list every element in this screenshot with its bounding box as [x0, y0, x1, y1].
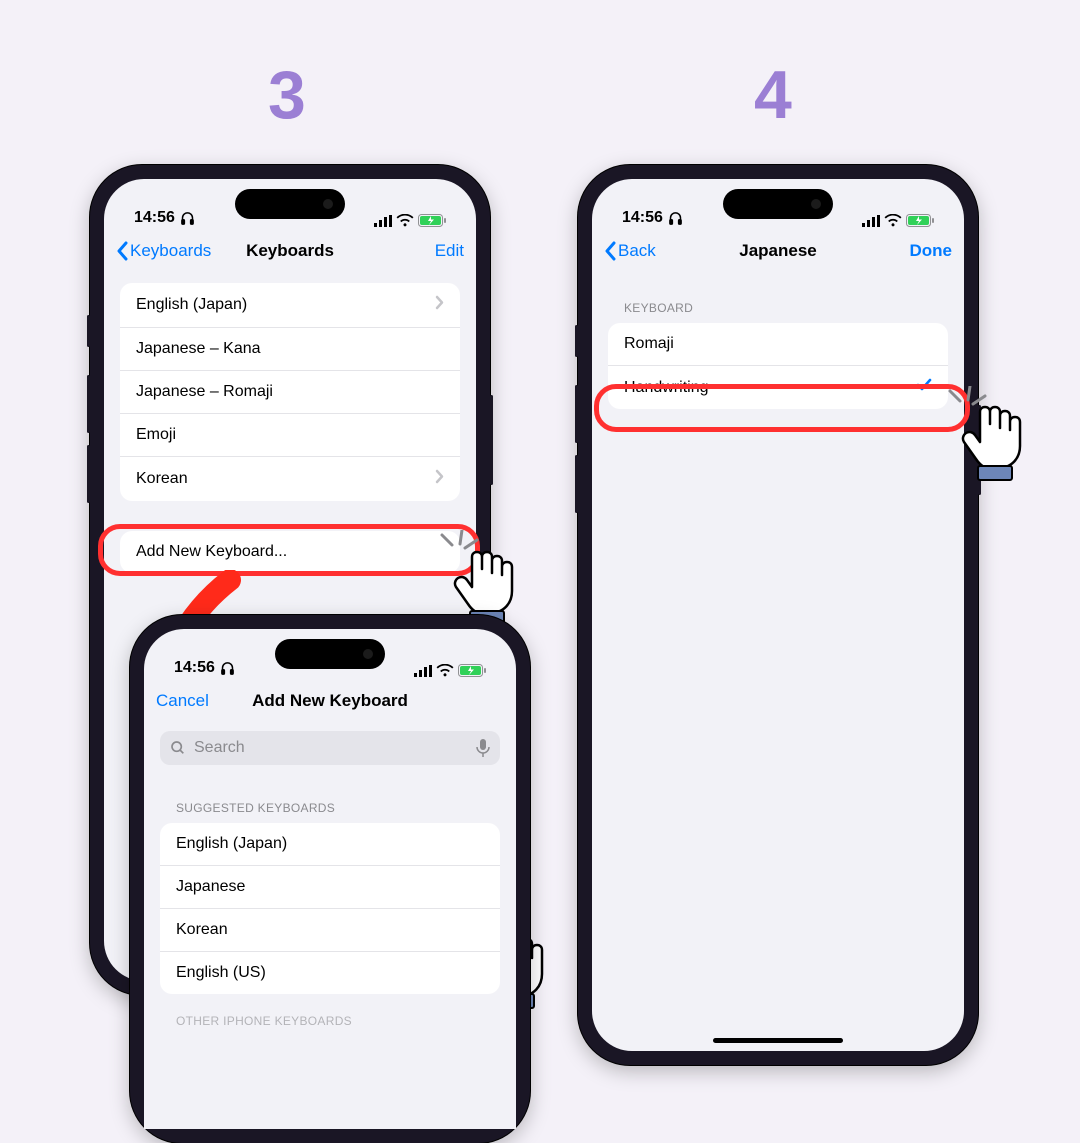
section-header-other: OTHER IPHONE KEYBOARDS: [144, 994, 516, 1036]
keyboard-list: English (Japan) Japanese – Kana Japanese –…: [120, 283, 460, 501]
wifi-icon: [884, 214, 902, 227]
search-input[interactable]: Search: [160, 731, 500, 765]
wifi-icon: [436, 664, 454, 677]
keyboard-row[interactable]: English (Japan): [120, 283, 460, 328]
cellular-icon: [862, 215, 880, 227]
dynamic-island: [235, 189, 345, 219]
nav-bar: Cancel Add New Keyboard: [144, 679, 516, 723]
nav-title: Add New Keyboard: [252, 691, 408, 711]
keyboard-row[interactable]: Japanese – Kana: [120, 328, 460, 371]
suggested-row[interactable]: Japanese: [160, 866, 500, 909]
back-label: Back: [618, 241, 656, 261]
battery-charging-icon: [906, 214, 934, 227]
headphones-icon: [180, 211, 195, 226]
row-label: Japanese – Romaji: [136, 383, 273, 401]
variant-row[interactable]: Romaji: [608, 323, 948, 366]
headphones-icon: [220, 661, 235, 676]
keyboard-row[interactable]: Korean: [120, 457, 460, 501]
step-number-3: 3: [268, 56, 306, 134]
keyboard-row[interactable]: Emoji: [120, 414, 460, 457]
battery-charging-icon: [458, 664, 486, 677]
variant-row[interactable]: Handwriting: [608, 366, 948, 409]
row-label: Korean: [136, 470, 188, 488]
cancel-button[interactable]: Cancel: [156, 691, 209, 711]
done-button[interactable]: Done: [910, 241, 953, 261]
row-label: English (Japan): [136, 296, 247, 314]
keyboard-variant-list: Romaji Handwriting: [608, 323, 948, 409]
search-placeholder: Search: [194, 739, 468, 757]
chevron-left-icon: [604, 241, 616, 261]
back-button[interactable]: Back: [604, 241, 656, 261]
suggested-row[interactable]: English (Japan): [160, 823, 500, 866]
suggested-row[interactable]: English (US): [160, 952, 500, 994]
row-label: Romaji: [624, 335, 674, 353]
section-header-keyboard: KEYBOARD: [592, 273, 964, 323]
home-indicator[interactable]: [713, 1038, 843, 1043]
suggested-keyboards-list: English (Japan) Japanese Korean English (US…: [160, 823, 500, 994]
mic-icon[interactable]: [476, 739, 490, 757]
row-label: Handwriting: [624, 379, 708, 397]
dynamic-island: [275, 639, 385, 669]
status-time: 14:56: [174, 659, 215, 677]
wifi-icon: [396, 214, 414, 227]
edit-button[interactable]: Edit: [435, 241, 464, 261]
chevron-right-icon: [435, 469, 444, 489]
add-keyboard-list: Add New Keyboard...: [120, 531, 460, 573]
battery-charging-icon: [418, 214, 446, 227]
chevron-right-icon: [435, 295, 444, 315]
chevron-left-icon: [116, 241, 128, 261]
suggested-row[interactable]: Korean: [160, 909, 500, 952]
row-label: English (US): [176, 964, 266, 982]
add-label: Add New Keyboard...: [136, 543, 287, 561]
nav-bar: Keyboards Keyboards Edit: [104, 229, 476, 273]
section-header-suggested: SUGGESTED KEYBOARDS: [144, 773, 516, 823]
status-time: 14:56: [134, 209, 175, 227]
add-new-keyboard-button[interactable]: Add New Keyboard...: [120, 531, 460, 573]
row-label: Japanese – Kana: [136, 340, 261, 358]
row-label: Japanese: [176, 878, 245, 896]
back-button[interactable]: Keyboards: [116, 241, 211, 261]
headphones-icon: [668, 211, 683, 226]
checkmark-icon: [916, 378, 932, 397]
nav-title: Keyboards: [246, 241, 334, 261]
back-label: Keyboards: [130, 241, 211, 261]
keyboard-row[interactable]: Japanese – Romaji: [120, 371, 460, 414]
step-number-4: 4: [754, 56, 792, 134]
status-time: 14:56: [622, 209, 663, 227]
row-label: English (Japan): [176, 835, 287, 853]
nav-title: Japanese: [739, 241, 817, 261]
phone-step-4: 14:56 Back Japanese Done KEYBOARD Romaji…: [578, 165, 978, 1065]
nav-bar: Back Japanese Done: [592, 229, 964, 273]
dynamic-island: [723, 189, 833, 219]
cellular-icon: [374, 215, 392, 227]
cellular-icon: [414, 665, 432, 677]
phone-step-3b: 14:56 Cancel Add New Keyboard Search SUG…: [130, 615, 530, 1143]
row-label: Emoji: [136, 426, 176, 444]
search-icon: [170, 740, 186, 756]
click-spark-icon: [432, 530, 482, 570]
click-spark-icon: [940, 386, 990, 426]
row-label: Korean: [176, 921, 228, 939]
